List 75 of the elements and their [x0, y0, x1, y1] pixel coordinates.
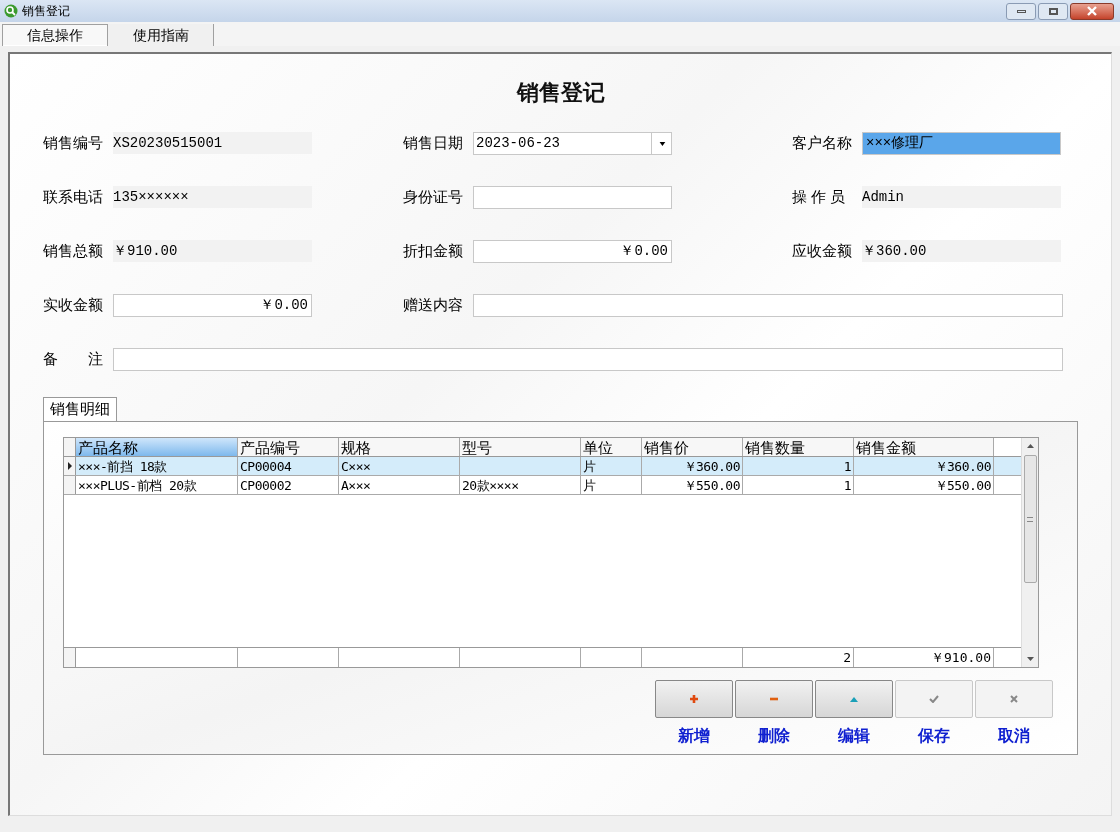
form-title: 销售登记	[515, 79, 606, 107]
button-label[interactable]: 新增	[678, 724, 710, 748]
app-icon	[4, 4, 18, 18]
table-cell: ×××-前挡 18款	[76, 457, 238, 475]
field-label: 操 作 员	[792, 186, 847, 207]
column-header[interactable]: 产品编号	[238, 438, 339, 456]
field-label: 销售编号	[43, 132, 104, 153]
total-cell: 2	[743, 648, 854, 667]
field-label: 销售总额	[43, 240, 104, 261]
check-icon	[929, 695, 939, 703]
field-label: 实收金额	[43, 294, 104, 315]
table-cell: CP00004	[238, 457, 339, 475]
table-cell: 片	[581, 457, 642, 475]
field-label: 身份证号	[403, 186, 464, 207]
value-text: ￥360.00	[862, 240, 1061, 262]
date-field[interactable]: 2023-06-23	[473, 131, 672, 155]
table-cell: ￥360.00	[854, 457, 994, 475]
field-label: 客户名称	[792, 132, 853, 153]
field-label: 折扣金额	[403, 240, 464, 261]
input-field[interactable]: ×××修理厂	[862, 131, 1061, 155]
window-title: 销售登记	[22, 3, 71, 20]
table-cell: A×××	[339, 476, 460, 494]
field-label: 应收金额	[792, 240, 853, 261]
column-header[interactable]: 销售价	[642, 438, 743, 456]
input-field[interactable]	[473, 185, 672, 209]
table-cell: C×××	[339, 457, 460, 475]
column-header[interactable]: 产品名称	[76, 438, 238, 456]
table-cell: ￥550.00	[854, 476, 994, 494]
value-text: Admin	[862, 186, 1061, 208]
button-label[interactable]: 删除	[758, 724, 790, 748]
column-header[interactable]: 单位	[581, 438, 642, 456]
value-text: 135××××××	[113, 186, 312, 208]
table-cell: ×××PLUS-前档 20款	[76, 476, 238, 494]
close-icon	[1010, 695, 1018, 703]
tab[interactable]: 使用指南	[108, 24, 214, 46]
total-cell: ￥910.00	[854, 648, 994, 667]
row-pointer-icon	[67, 462, 72, 470]
input-field[interactable]: ￥0.00	[113, 293, 312, 317]
maximize-button[interactable]	[1038, 2, 1068, 20]
close-icon	[1086, 6, 1098, 16]
field-label: 联系电话	[43, 186, 104, 207]
button-label[interactable]: 编辑	[838, 724, 870, 748]
tab[interactable]: 销售明细	[43, 397, 117, 421]
table-cell: 1	[743, 476, 854, 494]
table-cell: 20款××××	[460, 476, 581, 494]
minimize-button[interactable]	[1006, 2, 1036, 20]
value-text: XS20230515001	[113, 132, 312, 154]
icon-button[interactable]	[655, 680, 733, 718]
triangle-icon	[849, 696, 859, 702]
field-label: 备 注	[43, 348, 104, 369]
input-field[interactable]: ￥0.00	[473, 239, 672, 263]
column-header[interactable]: 规格	[339, 438, 460, 456]
table-cell: 片	[581, 476, 642, 494]
table-cell: ￥550.00	[642, 476, 743, 494]
icon-button[interactable]	[735, 680, 813, 718]
column-header[interactable]: 销售金额	[854, 438, 994, 456]
icon-button[interactable]	[815, 680, 893, 718]
close-button[interactable]	[1070, 2, 1114, 20]
tab[interactable]: 信息操作	[2, 24, 108, 46]
input-field[interactable]	[473, 293, 1063, 317]
column-header[interactable]: 销售数量	[743, 438, 854, 456]
column-header[interactable]: 型号	[460, 438, 581, 456]
field-label: 销售日期	[403, 132, 464, 153]
table-row[interactable]: ×××PLUS-前档 20款 CP00002 A××× 20款×××× 片 ￥550.00 1 ￥550.00	[64, 476, 1021, 495]
value-text: ￥910.00	[113, 240, 312, 262]
table-cell: 1	[743, 457, 854, 475]
row-header[interactable]	[64, 457, 76, 475]
table-row[interactable]: ×××-前挡 18款 CP00004 C××× 片 ￥360.00 1 ￥360.00	[64, 457, 1021, 476]
input-field[interactable]	[113, 347, 1063, 371]
vertical-scrollbar[interactable]	[1021, 438, 1038, 667]
field-label: 赠送内容	[403, 294, 464, 315]
plus-icon	[689, 694, 699, 704]
table-cell: CP00002	[238, 476, 339, 494]
table-cell: ￥360.00	[642, 457, 743, 475]
minus-icon	[769, 697, 779, 701]
